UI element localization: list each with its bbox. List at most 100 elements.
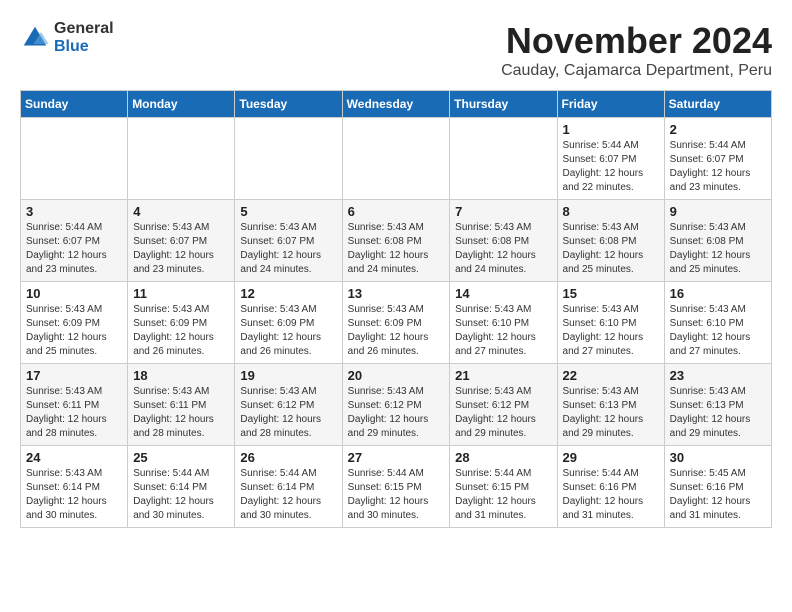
day-number: 20 [348, 368, 445, 383]
calendar-cell [342, 118, 450, 200]
day-detail: Sunrise: 5:44 AM Sunset: 6:15 PM Dayligh… [455, 467, 551, 523]
page-header: General Blue November 2024 Cauday, Cajam… [20, 20, 772, 80]
day-number: 6 [348, 204, 445, 219]
day-detail: Sunrise: 5:44 AM Sunset: 6:14 PM Dayligh… [133, 467, 229, 523]
logo-text: General Blue [54, 20, 114, 55]
day-detail: Sunrise: 5:43 AM Sunset: 6:11 PM Dayligh… [133, 385, 229, 441]
logo: General Blue [20, 20, 114, 55]
day-number: 3 [26, 204, 122, 219]
day-number: 10 [26, 286, 122, 301]
header-tuesday: Tuesday [235, 91, 342, 118]
day-number: 14 [455, 286, 551, 301]
header-saturday: Saturday [664, 91, 771, 118]
week-row-3: 10 Sunrise: 5:43 AM Sunset: 6:09 PM Dayli… [21, 282, 772, 364]
day-detail: Sunrise: 5:43 AM Sunset: 6:13 PM Dayligh… [563, 385, 659, 441]
logo-icon [20, 23, 50, 53]
calendar-cell: 15 Sunrise: 5:43 AM Sunset: 6:10 PM Dayli… [557, 282, 664, 364]
calendar-cell: 12 Sunrise: 5:43 AM Sunset: 6:09 PM Dayli… [235, 282, 342, 364]
day-detail: Sunrise: 5:43 AM Sunset: 6:09 PM Dayligh… [26, 303, 122, 359]
header-friday: Friday [557, 91, 664, 118]
day-detail: Sunrise: 5:43 AM Sunset: 6:13 PM Dayligh… [670, 385, 766, 441]
day-detail: Sunrise: 5:43 AM Sunset: 6:12 PM Dayligh… [455, 385, 551, 441]
calendar-cell: 20 Sunrise: 5:43 AM Sunset: 6:12 PM Dayli… [342, 364, 450, 446]
day-number: 21 [455, 368, 551, 383]
calendar-table: SundayMondayTuesdayWednesdayThursdayFrid… [20, 90, 772, 528]
week-row-2: 3 Sunrise: 5:44 AM Sunset: 6:07 PM Daylig… [21, 200, 772, 282]
day-number: 16 [670, 286, 766, 301]
calendar-cell: 25 Sunrise: 5:44 AM Sunset: 6:14 PM Dayli… [128, 446, 235, 528]
day-number: 5 [240, 204, 336, 219]
day-detail: Sunrise: 5:43 AM Sunset: 6:10 PM Dayligh… [455, 303, 551, 359]
day-detail: Sunrise: 5:43 AM Sunset: 6:09 PM Dayligh… [240, 303, 336, 359]
day-number: 8 [563, 204, 659, 219]
calendar-cell: 3 Sunrise: 5:44 AM Sunset: 6:07 PM Daylig… [21, 200, 128, 282]
calendar-cell: 16 Sunrise: 5:43 AM Sunset: 6:10 PM Dayli… [664, 282, 771, 364]
day-number: 11 [133, 286, 229, 301]
calendar-cell: 27Sunrise: 5:44 AM Sunset: 6:15 PM Dayli… [342, 446, 450, 528]
header-row: SundayMondayTuesdayWednesdayThursdayFrid… [21, 91, 772, 118]
day-detail: Sunrise: 5:44 AM Sunset: 6:16 PM Dayligh… [563, 467, 659, 523]
day-detail: Sunrise: 5:43 AM Sunset: 6:08 PM Dayligh… [670, 221, 766, 277]
day-detail: Sunrise: 5:43 AM Sunset: 6:09 PM Dayligh… [133, 303, 229, 359]
header-wednesday: Wednesday [342, 91, 450, 118]
calendar-cell [21, 118, 128, 200]
day-number: 9 [670, 204, 766, 219]
day-detail: Sunrise: 5:43 AM Sunset: 6:08 PM Dayligh… [348, 221, 445, 277]
day-number: 12 [240, 286, 336, 301]
day-number: 29 [563, 450, 659, 465]
week-row-1: 1Sunrise: 5:44 AM Sunset: 6:07 PM Daylig… [21, 118, 772, 200]
calendar-cell: 14 Sunrise: 5:43 AM Sunset: 6:10 PM Dayli… [450, 282, 557, 364]
calendar-cell: 19Sunrise: 5:43 AM Sunset: 6:12 PM Dayli… [235, 364, 342, 446]
calendar-cell: 26Sunrise: 5:44 AM Sunset: 6:14 PM Dayli… [235, 446, 342, 528]
calendar-cell: 9 Sunrise: 5:43 AM Sunset: 6:08 PM Daylig… [664, 200, 771, 282]
day-number: 30 [670, 450, 766, 465]
header-sunday: Sunday [21, 91, 128, 118]
day-detail: Sunrise: 5:43 AM Sunset: 6:14 PM Dayligh… [26, 467, 122, 523]
calendar-cell: 2Sunrise: 5:44 AM Sunset: 6:07 PM Daylig… [664, 118, 771, 200]
logo-blue: Blue [54, 38, 114, 56]
day-detail: Sunrise: 5:44 AM Sunset: 6:15 PM Dayligh… [348, 467, 445, 523]
day-detail: Sunrise: 5:43 AM Sunset: 6:07 PM Dayligh… [240, 221, 336, 277]
day-number: 28 [455, 450, 551, 465]
logo-general: General [54, 20, 114, 38]
day-number: 23 [670, 368, 766, 383]
calendar-cell: 29 Sunrise: 5:44 AM Sunset: 6:16 PM Dayli… [557, 446, 664, 528]
day-detail: Sunrise: 5:44 AM Sunset: 6:07 PM Dayligh… [26, 221, 122, 277]
week-row-5: 24 Sunrise: 5:43 AM Sunset: 6:14 PM Dayli… [21, 446, 772, 528]
day-detail: Sunrise: 5:43 AM Sunset: 6:10 PM Dayligh… [563, 303, 659, 359]
subtitle: Cauday, Cajamarca Department, Peru [501, 62, 772, 80]
title-section: November 2024 Cauday, Cajamarca Departme… [501, 20, 772, 80]
day-detail: Sunrise: 5:43 AM Sunset: 6:11 PM Dayligh… [26, 385, 122, 441]
day-number: 4 [133, 204, 229, 219]
day-detail: Sunrise: 5:43 AM Sunset: 6:09 PM Dayligh… [348, 303, 445, 359]
calendar-cell: 18Sunrise: 5:43 AM Sunset: 6:11 PM Dayli… [128, 364, 235, 446]
calendar-cell: 23 Sunrise: 5:43 AM Sunset: 6:13 PM Dayli… [664, 364, 771, 446]
day-number: 22 [563, 368, 659, 383]
day-number: 24 [26, 450, 122, 465]
calendar-header: SundayMondayTuesdayWednesdayThursdayFrid… [21, 91, 772, 118]
day-number: 25 [133, 450, 229, 465]
calendar-cell: 5 Sunrise: 5:43 AM Sunset: 6:07 PM Daylig… [235, 200, 342, 282]
calendar-cell: 21 Sunrise: 5:43 AM Sunset: 6:12 PM Dayli… [450, 364, 557, 446]
day-number: 1 [563, 122, 659, 137]
calendar-cell [450, 118, 557, 200]
calendar-cell: 17 Sunrise: 5:43 AM Sunset: 6:11 PM Dayli… [21, 364, 128, 446]
day-detail: Sunrise: 5:45 AM Sunset: 6:16 PM Dayligh… [670, 467, 766, 523]
day-number: 17 [26, 368, 122, 383]
day-detail: Sunrise: 5:43 AM Sunset: 6:07 PM Dayligh… [133, 221, 229, 277]
main-title: November 2024 [501, 20, 772, 62]
header-thursday: Thursday [450, 91, 557, 118]
calendar-cell: 30 Sunrise: 5:45 AM Sunset: 6:16 PM Dayli… [664, 446, 771, 528]
day-detail: Sunrise: 5:43 AM Sunset: 6:08 PM Dayligh… [455, 221, 551, 277]
calendar-body: 1 Sunrise: 5:44 AM Sunset: 6:07 PM Daylig… [21, 118, 772, 528]
day-detail: Sunrise: 5:43 AM Sunset: 6:12 PM Dayligh… [348, 385, 445, 441]
day-detail: Sunrise: 5:43 AM Sunset: 6:10 PM Dayligh… [670, 303, 766, 359]
day-number: 13 [348, 286, 445, 301]
day-number: 2 [670, 122, 766, 137]
day-detail: Sunrise: 5:43 AM Sunset: 6:08 PM Dayligh… [563, 221, 659, 277]
calendar-cell: 28 Sunrise: 5:44 AM Sunset: 6:15 PM Dayli… [450, 446, 557, 528]
day-number: 15 [563, 286, 659, 301]
day-detail: Sunrise: 5:44 AM Sunset: 6:14 PM Dayligh… [240, 467, 336, 523]
header-monday: Monday [128, 91, 235, 118]
day-number: 7 [455, 204, 551, 219]
